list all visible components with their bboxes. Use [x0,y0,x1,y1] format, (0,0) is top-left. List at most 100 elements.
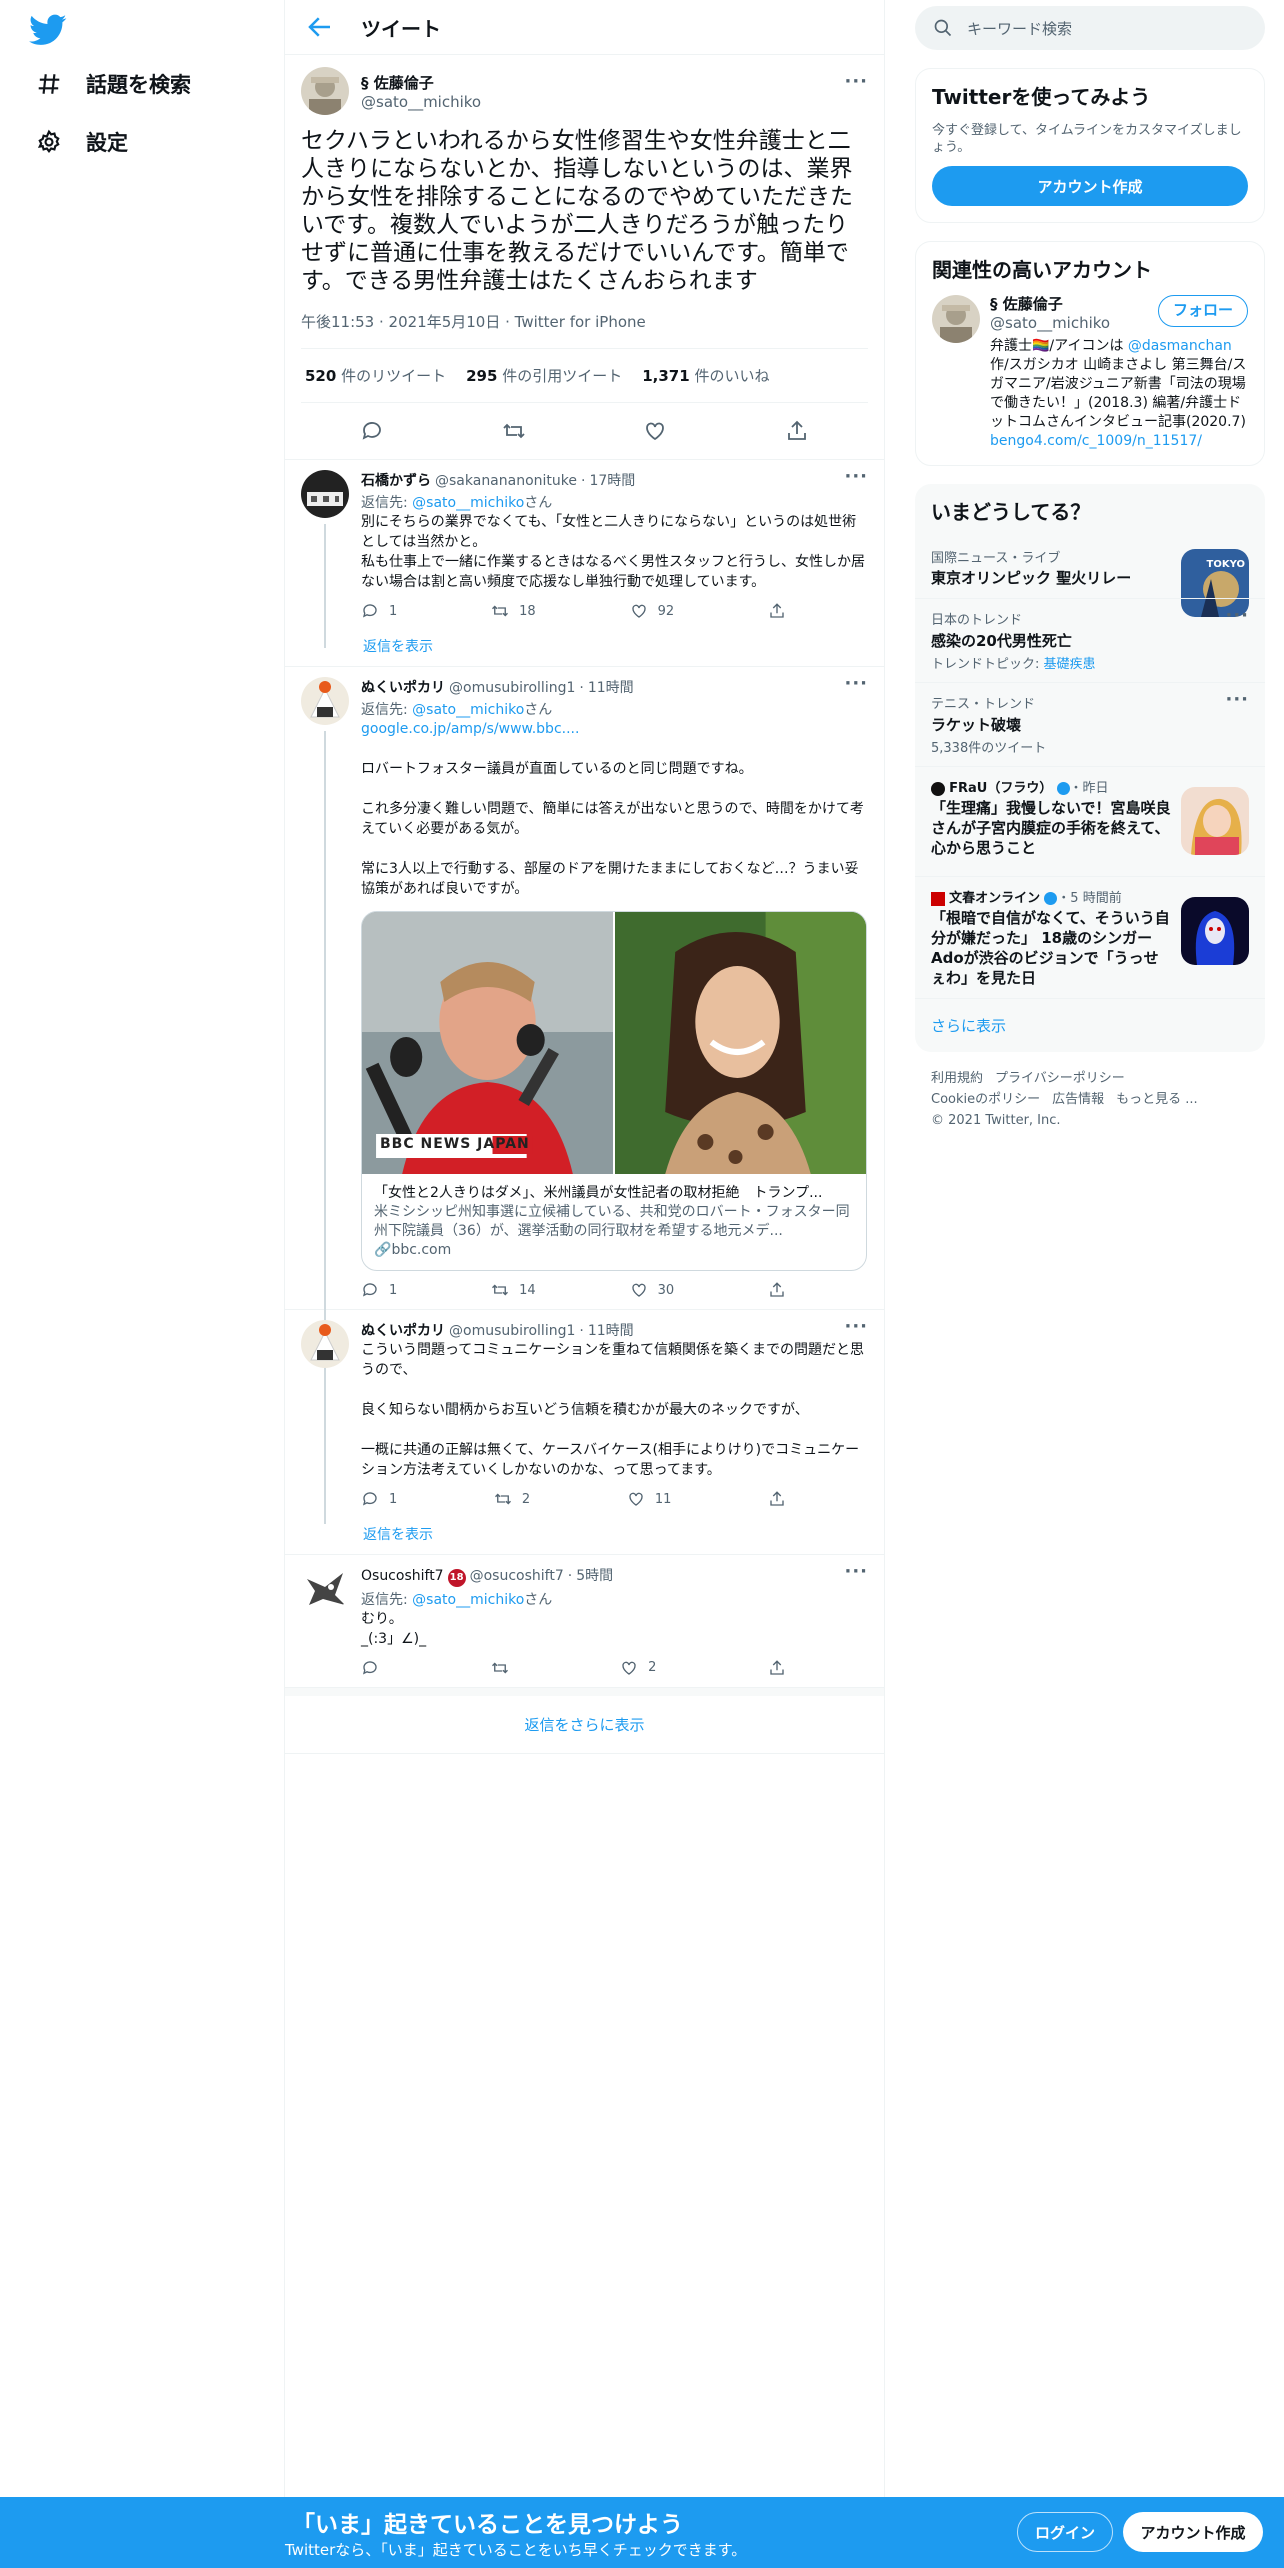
reply-time[interactable]: 11時間 [588,1320,634,1340]
tweet-date[interactable]: 2021年5月10日 [389,313,501,331]
reply-author-name[interactable]: ぬくいポカリ [361,1320,445,1340]
retweet-button[interactable]: 14 [491,1281,536,1299]
search-box[interactable]: キーワード検索 [915,6,1265,50]
footer-link-more[interactable]: もっと見る ... [1116,1092,1198,1107]
like-button[interactable]: 11 [627,1490,671,1508]
share-icon[interactable] [785,419,809,443]
trend-tweet-count: 5,338件のツイート [931,741,1047,756]
trend-item[interactable]: テニス・トレンド ラケット破壊 5,338件のツイート ··· [915,682,1265,766]
like-button[interactable]: 30 [630,1281,674,1299]
reply-author-handle[interactable]: @omusubirolling1 [449,1323,575,1339]
back-arrow-icon[interactable] [305,12,335,42]
related-handle[interactable]: @sato__michiko [990,314,1110,333]
author-handle[interactable]: @sato__michiko [361,93,481,111]
like-button[interactable]: 2 [620,1659,656,1677]
login-button[interactable]: ログイン [1017,2512,1113,2552]
quote-count[interactable]: 295 件の引用ツイート [466,365,622,386]
share-button[interactable] [768,602,786,620]
follow-button[interactable]: フォロー [1157,295,1248,327]
more-options-icon[interactable]: ··· [844,466,868,487]
card-title: 「女性と2人きりはダメ」、米州議員が女性記者の取材拒絶 トランプ... [374,1185,823,1201]
reply-time[interactable]: 17時間 [589,470,635,490]
share-button[interactable] [768,1659,786,1677]
show-more-replies-link[interactable]: 返信をさらに表示 [285,1687,884,1754]
mention-link[interactable]: @sato__michiko [412,702,524,718]
retweet-icon[interactable] [502,419,526,443]
footer-link-tos[interactable]: 利用規約 [931,1071,983,1086]
author-name[interactable]: § 佐藤倫子 [361,72,481,93]
trends-panel: いまどうしてる？ 国際ニュース・ライブ 東京オリンピック 聖火リレー TOKYO… [915,484,1265,1052]
retweet-count[interactable]: 520 件のリツイート [305,365,446,386]
reply-button[interactable]: 1 [361,1281,397,1299]
avatar[interactable] [932,295,980,343]
tweet-time[interactable]: 午後11:53 [301,313,374,331]
more-options-icon[interactable]: ··· [844,673,868,694]
avatar[interactable] [301,67,349,115]
reply-tweet[interactable]: 石橋かずら @sakanananonituke · 17時間 ··· 返信先: … [285,460,884,667]
footer-link-cookie[interactable]: Cookieのポリシー [931,1092,1040,1107]
url-link[interactable]: google.co.jp/amp/s/www.bbc.... [361,721,579,737]
avatar[interactable] [301,1320,349,1368]
reply-button[interactable]: 1 [361,1490,397,1508]
like-button[interactable]: 92 [630,602,674,620]
related-name[interactable]: § 佐藤倫子 [990,295,1110,314]
more-options-icon[interactable]: ··· [1225,689,1249,710]
more-options-icon[interactable]: ··· [1225,605,1249,626]
reply-to: 返信先: @sato__michikoさん [361,495,553,511]
mention-link[interactable]: @sato__michiko [412,495,524,511]
reply-tweet[interactable]: ぬくいポカリ @omusubirolling1 · 11時間 ··· こういう問… [285,1310,884,1555]
reply-author-name[interactable]: 石橋かずら [361,470,431,490]
trend-item[interactable]: FRaU（フラウ） ・昨日 「生理痛」我慢しないで！宮島咲良さんが子宮内膜症の手… [915,766,1265,876]
bio-mention-link[interactable]: @dasmanchan [1128,338,1232,354]
more-options-icon[interactable]: ··· [844,1561,868,1582]
bio-url-link[interactable]: bengo4.com/c_1009/n_11517/ [990,433,1202,449]
trend-item[interactable]: 国際ニュース・ライブ 東京オリンピック 聖火リレー TOKYO [915,537,1265,617]
more-options-icon[interactable]: ··· [844,71,868,92]
tweet-source[interactable]: Twitter for iPhone [515,313,646,331]
avatar[interactable] [301,677,349,725]
reply-button[interactable]: 1 [361,602,397,620]
nav-settings[interactable]: 設定 [22,116,142,168]
like-icon[interactable] [643,419,667,443]
reply-author-handle[interactable]: @omusubirolling1 [449,680,575,696]
signup-title: Twitterを使ってみよう [932,85,1151,109]
like-icon [629,1492,643,1506]
reply-author-handle[interactable]: @osucoshift7 [470,1568,564,1584]
footer-link-privacy[interactable]: プライバシーポリシー [995,1071,1125,1086]
signup-button[interactable]: アカウント作成 [1123,2512,1263,2552]
search-input[interactable]: キーワード検索 [967,18,1072,39]
avatar[interactable] [301,1565,349,1613]
retweet-button[interactable]: 18 [491,602,536,620]
related-account[interactable]: § 佐藤倫子 @sato__michiko フォロー 弁護士🏳️‍🌈/アイコンは… [916,295,1264,465]
reply-time[interactable]: 11時間 [588,677,634,697]
publisher-icon [931,891,945,906]
mention-link[interactable]: @sato__michiko [412,1592,524,1608]
retweet-button[interactable] [491,1659,509,1677]
show-more-trends-link[interactable]: さらに表示 [915,998,1265,1052]
trend-item[interactable]: 文春オンライン ・5 時間前 「根暗で自信がなくて、そういう自分が嫌だった」 1… [915,876,1265,998]
reply-tweet[interactable]: Osucoshift7 18 @osucoshift7 · 5時間 ··· 返信… [285,1555,884,1688]
reply-button[interactable] [361,1659,379,1677]
retweet-button[interactable]: 2 [494,1490,530,1508]
show-replies-link[interactable]: 返信を表示 [301,1518,868,1554]
reply-author-name[interactable]: ぬくいポカリ [361,677,445,697]
twitter-logo-icon[interactable] [29,11,67,49]
reply-author-handle[interactable]: @sakanananonituke [435,473,577,489]
reply-time[interactable]: 5時間 [576,1565,613,1585]
footer-link-ads[interactable]: 広告情報 [1052,1092,1104,1107]
share-button[interactable] [768,1490,786,1508]
trend-item[interactable]: 日本のトレンド 感染の20代男性死亡 トレンドトピック: 基礎疾患 ··· [915,598,1265,682]
trend-topic-link[interactable]: 基礎疾患 [1044,657,1096,672]
show-replies-link[interactable]: 返信を表示 [301,630,868,666]
reply-tweet[interactable]: ぬくいポカリ @omusubirolling1 · 11時間 ··· 返信先: … [285,667,884,1401]
reply-author-name[interactable]: Osucoshift7 [361,1568,444,1584]
reply-icon[interactable] [360,419,384,443]
verified-icon [1044,892,1058,905]
nav-explore[interactable]: 話題を検索 [22,58,205,110]
share-button[interactable] [768,1281,786,1299]
link-card[interactable]: BBC NEWS JAPAN 「女性と2人きりはダメ」、米州議員が女性記者の取材… [361,911,867,1271]
more-options-icon[interactable]: ··· [844,1316,868,1337]
like-count[interactable]: 1,371 件のいいね [642,365,769,386]
avatar[interactable] [301,470,349,518]
create-account-button[interactable]: アカウント作成 [932,166,1248,206]
